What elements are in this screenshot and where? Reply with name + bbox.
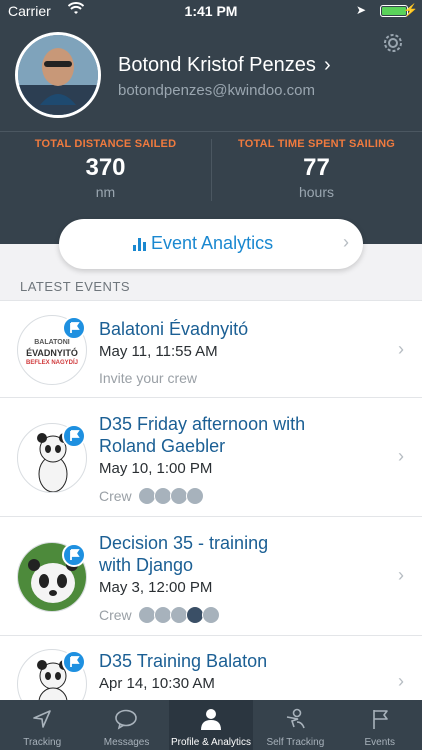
stat-label: TOTAL TIME SPENT SAILING [238, 138, 395, 150]
stat-unit: hours [298, 184, 335, 200]
avatar[interactable] [15, 32, 101, 118]
divider [0, 131, 422, 132]
profile-header: Carrier 1:41 PM ➤ ⚡ Botond Kristof Penze… [0, 0, 422, 244]
chevron-right-icon: › [343, 232, 349, 252]
chevron-right-icon: › [398, 671, 404, 691]
event-date: May 10, 1:00 PM [99, 460, 213, 477]
invite-crew-label[interactable]: Invite your crew [99, 370, 197, 386]
list-item[interactable]: D35 Friday afternoon with Roland Gaebler… [0, 397, 422, 516]
event-title: with Django [99, 555, 194, 575]
profile-email: botondpenzes@kwindoo.com [118, 82, 316, 99]
tab-tracking[interactable]: Tracking [0, 700, 84, 750]
tab-label: Messages [103, 737, 150, 748]
person-icon [200, 709, 221, 730]
stat-time: TOTAL TIME SPENT SAILING 77 hours [211, 138, 422, 200]
location-icon: ➤ [355, 3, 366, 17]
chevron-right-icon: › [398, 339, 404, 359]
crew-label: Crew [99, 607, 132, 623]
list-item[interactable]: D35 Training Balaton Apr 14, 10:30 AM › [0, 635, 422, 719]
event-title: Roland Gaebler [99, 436, 226, 456]
crew-avatar [202, 606, 220, 624]
tab-events[interactable]: Events [338, 700, 422, 750]
tab-label: Profile & Analytics [170, 737, 251, 748]
flag-icon [62, 316, 86, 340]
event-title: Balatoni Évadnyitó [99, 319, 249, 339]
logo-text: BEFLEX NAGYDÍJ [25, 360, 78, 366]
event-title: D35 Training Balaton [99, 651, 268, 671]
tab-messages[interactable]: Messages [84, 700, 168, 750]
event-analytics-button[interactable]: Event Analytics › [59, 219, 363, 269]
profile-name[interactable]: Botond Kristof Penzes [118, 54, 316, 77]
crew-avatars[interactable] [138, 606, 220, 624]
flag-icon [62, 543, 86, 567]
event-title: D35 Friday afternoon with [99, 414, 306, 434]
crew-avatar [186, 487, 204, 505]
gear-icon[interactable] [380, 30, 406, 56]
status-bar: Carrier 1:41 PM ➤ ⚡ [0, 0, 422, 24]
bar-chart-icon [133, 237, 147, 251]
event-title: Decision 35 - training [99, 533, 269, 553]
crew-label: Crew [99, 488, 132, 504]
event-date: May 3, 12:00 PM [99, 579, 213, 596]
flag-icon [372, 710, 388, 729]
stat-label: TOTAL DISTANCE SAILED [34, 138, 177, 150]
chevron-right-icon: › [398, 446, 404, 466]
tab-profile-analytics[interactable]: Profile & Analytics [168, 700, 254, 750]
tab-label: Self Tracking [266, 737, 325, 748]
chevron-right-icon[interactable]: › [324, 54, 331, 77]
stat-value: 77 [303, 154, 330, 181]
list-item[interactable]: Decision 35 - training with Django May 3… [0, 516, 422, 635]
event-analytics-label: Event Analytics [151, 233, 274, 253]
tab-label: Events [364, 737, 396, 748]
tab-self-tracking[interactable]: Self Tracking [253, 700, 337, 750]
list-item[interactable]: BALATONI ÉVADNYITÓ BEFLEX NAGYDÍJ Balato… [0, 300, 422, 397]
chat-bubble-icon [115, 709, 138, 730]
section-label: LATEST EVENTS [20, 279, 131, 294]
flag-icon [62, 650, 86, 674]
self-tracking-icon [287, 708, 305, 729]
tab-label: Tracking [23, 737, 62, 748]
stat-value: 370 [85, 154, 126, 181]
flag-icon [62, 424, 86, 448]
event-date: Apr 14, 10:30 AM [99, 675, 215, 692]
charging-icon: ⚡ [403, 3, 418, 17]
logo-text: ÉVADNYITÓ [26, 348, 78, 358]
crew-avatars[interactable] [138, 487, 204, 505]
tab-bar: Tracking Messages Profile & Analytics Se… [0, 700, 422, 750]
stat-distance: TOTAL DISTANCE SAILED 370 nm [0, 138, 211, 200]
event-date: May 11, 11:55 AM [99, 343, 218, 360]
navigation-arrow-icon [33, 710, 51, 728]
stat-unit: nm [95, 184, 116, 200]
chevron-right-icon: › [398, 565, 404, 585]
